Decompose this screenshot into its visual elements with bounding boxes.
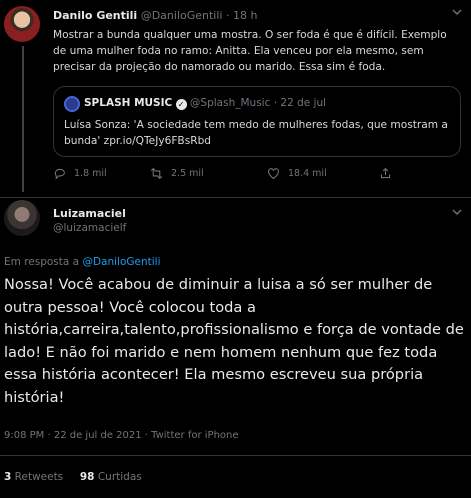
likes-label: Curtidas <box>97 471 142 483</box>
reply-prefix: Em resposta a <box>4 256 83 268</box>
author-name[interactable]: Danilo Gentili <box>53 9 137 22</box>
divider <box>0 197 471 198</box>
parent-tweet[interactable]: Danilo Gentili @DaniloGentili · 18 h Mos… <box>0 0 471 197</box>
verified-badge-icon: ✓ <box>175 99 187 110</box>
quoted-time: 22 de jul <box>280 97 327 109</box>
tweet-time[interactable]: 18 h <box>233 9 257 22</box>
author-handle[interactable]: @DaniloGentili <box>141 9 223 22</box>
quoted-avatar[interactable] <box>64 96 80 112</box>
quoted-author-name: SPLASH MUSIC <box>84 97 173 109</box>
quoted-tweet[interactable]: SPLASH MUSIC ✓ @Splash_Music · 22 de jul… <box>53 86 461 157</box>
tweet-meta[interactable]: 9:08 PM · 22 de jul de 2021 · Twitter fo… <box>4 430 239 441</box>
reply-context: Em resposta a @DaniloGentili <box>4 256 161 268</box>
thread-line <box>22 46 24 192</box>
chevron-down-icon[interactable] <box>451 6 463 21</box>
retweets-stat[interactable]: 3 Retweets <box>4 471 63 483</box>
share-icon <box>380 167 391 179</box>
retweet-count: 2.5 mil <box>171 168 204 179</box>
reply-count: 1.8 mil <box>74 168 107 179</box>
quoted-header: SPLASH MUSIC ✓ @Splash_Music · 22 de jul <box>84 97 326 110</box>
tweet-actions: 1.8 mil 2.5 mil 18.4 mil <box>53 167 423 183</box>
share-button[interactable] <box>379 167 392 180</box>
tweet-text: Mostrar a bunda qualquer uma mostra. O s… <box>53 29 447 73</box>
like-button[interactable]: 18.4 mil <box>267 167 327 180</box>
quoted-handle: @Splash_Music <box>189 97 271 109</box>
engagement-stats: 3 Retweets 98 Curtidas <box>4 471 142 483</box>
author-name[interactable]: Luizamaciel <box>53 207 126 220</box>
retweets-count: 3 <box>4 471 12 483</box>
dot-separator: · <box>225 9 230 22</box>
divider <box>0 455 471 456</box>
quoted-text: Luísa Sonza: 'A sociedade tem medo de mu… <box>64 119 448 147</box>
tweet-text: Nossa! Você acabou de diminuir a luisa a… <box>4 276 464 406</box>
heart-icon <box>268 168 279 180</box>
reply-button[interactable]: 1.8 mil <box>53 167 107 180</box>
reply-to-link[interactable]: @DaniloGentili <box>82 256 160 268</box>
avatar[interactable] <box>4 6 40 42</box>
tweet-header: Danilo Gentili @DaniloGentili · 18 h <box>53 9 257 22</box>
retweets-label: Retweets <box>14 471 64 483</box>
likes-count: 98 <box>79 471 95 483</box>
dot-separator: · <box>273 97 278 109</box>
reply-icon <box>54 168 65 180</box>
like-count: 18.4 mil <box>288 168 327 179</box>
retweet-icon <box>150 167 163 180</box>
chevron-down-icon[interactable] <box>451 206 463 221</box>
avatar[interactable] <box>4 200 40 236</box>
retweet-button[interactable]: 2.5 mil <box>150 167 204 180</box>
author-handle[interactable]: @luizamacielf <box>53 222 126 234</box>
likes-stat[interactable]: 98 Curtidas <box>80 471 142 483</box>
